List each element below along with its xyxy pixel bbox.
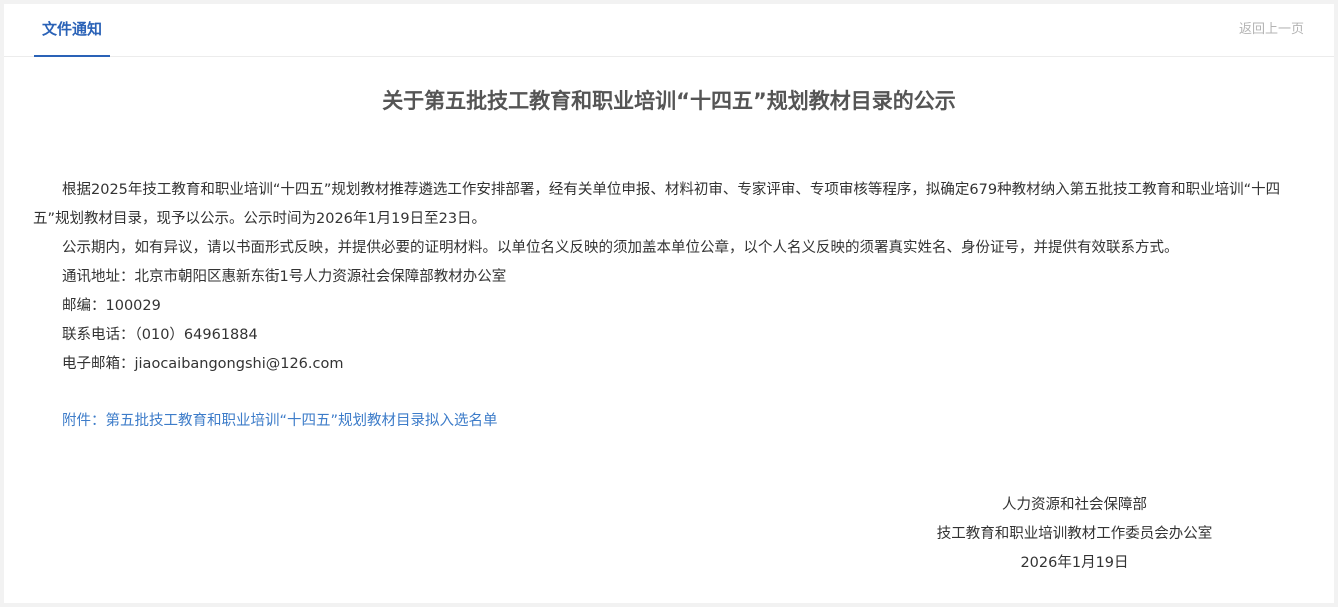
- tab-file-notice[interactable]: 文件通知: [34, 4, 110, 57]
- signature-date: 2026年1月19日: [1020, 555, 1129, 571]
- article-body: 根据2025年技工教育和职业培训“十四五”规划教材推荐遴选工作安排部署，经有关单…: [33, 176, 1307, 379]
- attachment-link[interactable]: 附件：第五批技工教育和职业培训“十四五”规划教材目录拟入选名单: [62, 407, 498, 436]
- contact-address: 通讯地址：北京市朝阳区惠新东街1号人力资源社会保障部教材办公室: [62, 269, 507, 285]
- content-card: 文件通知 返回上一页 关于第五批技工教育和职业培训“十四五”规划教材目录的公示 …: [4, 4, 1334, 603]
- back-link[interactable]: 返回上一页: [1239, 4, 1304, 57]
- signature-block: 人力资源和社会保障部 技工教育和职业培训教材工作委员会办公室 2026年1月19…: [904, 491, 1245, 578]
- page-header: 文件通知 返回上一页: [4, 4, 1334, 57]
- paragraph-intro: 根据2025年技工教育和职业培训“十四五”规划教材推荐遴选工作安排部署，经有关单…: [33, 182, 1281, 227]
- paragraph-objection: 公示期内，如有异议，请以书面形式反映，并提供必要的证明材料。以单位名义反映的须加…: [62, 240, 1179, 256]
- signature-office: 技工教育和职业培训教材工作委员会办公室: [936, 526, 1213, 542]
- contact-email: 电子邮箱：jiaocaibangongshi@126.com: [62, 356, 344, 372]
- contact-phone: 联系电话：（010）64961884: [62, 327, 258, 343]
- signature-org: 人力资源和社会保障部: [1002, 497, 1147, 513]
- page-title: 关于第五批技工教育和职业培训“十四五”规划教材目录的公示: [382, 89, 956, 113]
- contact-postcode: 邮编：100029: [62, 298, 161, 314]
